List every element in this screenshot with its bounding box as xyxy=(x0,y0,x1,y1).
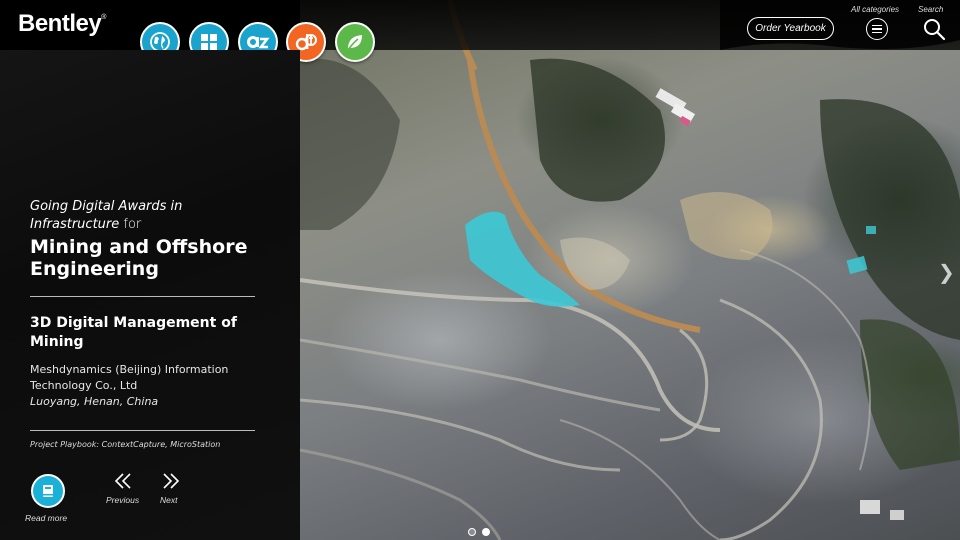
divider xyxy=(30,430,255,431)
project-title: 3D Digital Management of Mining xyxy=(30,315,237,350)
double-chevron-left-icon xyxy=(114,473,131,489)
project-playbook: Project Playbook: ContextCapture, MicroS… xyxy=(30,440,221,449)
organization-block: Meshdynamics (Beijing) Information Techn… xyxy=(30,362,270,410)
order-yearbook-button[interactable]: Order Yearbook xyxy=(747,17,834,40)
double-chevron-right-icon xyxy=(163,473,180,489)
read-more-label[interactable]: Read more xyxy=(25,513,67,523)
search-icon xyxy=(924,19,946,41)
carousel-dot-2[interactable] xyxy=(482,528,490,536)
leaf-icon xyxy=(347,35,362,51)
carousel-dots xyxy=(468,528,490,536)
carousel-dot-1[interactable] xyxy=(468,528,476,536)
search-button[interactable] xyxy=(922,17,946,46)
organization-name: Meshdynamics (Beijing) Information Techn… xyxy=(30,363,229,392)
sustainability-button[interactable] xyxy=(335,22,375,62)
read-more-button[interactable] xyxy=(31,474,65,508)
award-category-title: Mining and Offshore Engineering xyxy=(30,236,248,280)
next-button[interactable] xyxy=(156,470,186,492)
menu-icon-bar xyxy=(872,24,882,27)
all-categories-label: All categories xyxy=(851,5,900,14)
search-label: Search xyxy=(918,5,944,14)
previous-button[interactable] xyxy=(108,470,138,492)
project-info-panel xyxy=(0,50,300,540)
award-intro: Going Digital Awards in Infrastructure f… xyxy=(30,199,183,232)
divider xyxy=(30,296,255,297)
next-label[interactable]: Next xyxy=(160,495,177,505)
grid-icon xyxy=(201,34,217,50)
hero-next-arrow[interactable]: ❯ xyxy=(938,260,955,285)
mine-aerial-illustration xyxy=(300,0,960,540)
hero-image xyxy=(300,0,960,540)
all-categories-button[interactable] xyxy=(866,18,888,40)
project-location: Luoyang, Henan, China xyxy=(30,395,159,408)
previous-label[interactable]: Previous xyxy=(106,495,139,505)
bentley-logo[interactable]: Bentley® xyxy=(18,10,106,38)
book-icon xyxy=(43,485,53,497)
